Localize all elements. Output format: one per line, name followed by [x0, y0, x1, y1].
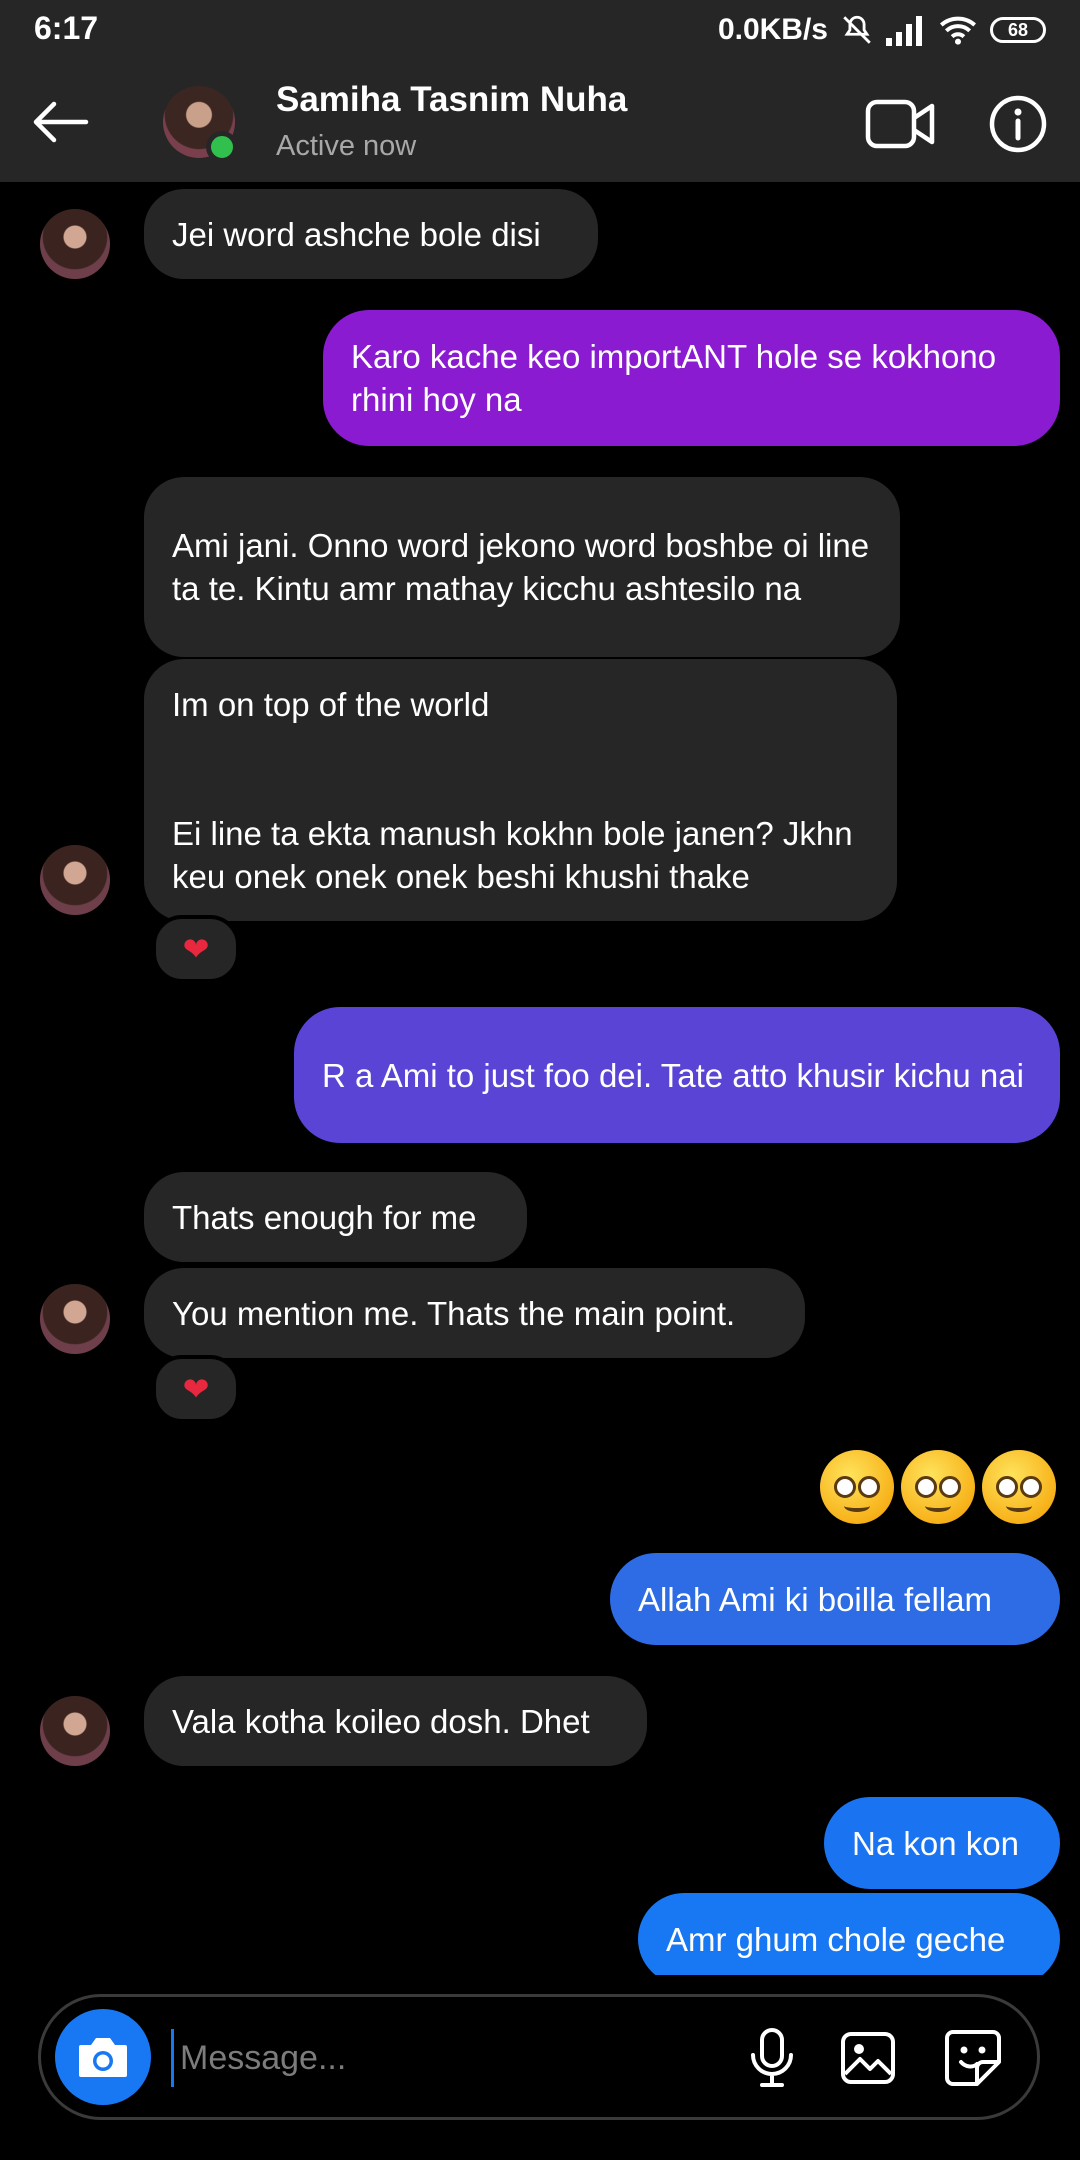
- video-call-icon[interactable]: [864, 96, 936, 152]
- woozy-face-icon[interactable]: [901, 1450, 975, 1524]
- outgoing-message[interactable]: Amr ghum chole geche: [638, 1893, 1060, 1975]
- message-composer: [38, 1994, 1040, 2120]
- wifi-icon: [940, 16, 976, 45]
- woozy-face-icon[interactable]: [820, 1450, 894, 1524]
- sticker-icon: [945, 2030, 1001, 2086]
- incoming-message[interactable]: Thats enough for me: [144, 1172, 527, 1262]
- camera-button[interactable]: [55, 2009, 151, 2105]
- status-icons: 0.0KB/s 68: [718, 10, 1046, 50]
- contact-avatar-small[interactable]: [40, 845, 110, 915]
- incoming-message[interactable]: Vala kotha koileo dosh. Dhet: [144, 1676, 647, 1766]
- incoming-message[interactable]: Jei word ashche bole disi: [144, 189, 598, 279]
- info-icon[interactable]: [988, 94, 1048, 154]
- network-speed: 0.0KB/s: [717, 13, 828, 46]
- contact-avatar-small[interactable]: [40, 1696, 110, 1766]
- status-bar: 6:17 0.0KB/s 68: [0, 0, 1080, 60]
- gallery-button[interactable]: [833, 2023, 903, 2093]
- message-input[interactable]: [171, 2029, 742, 2087]
- sticker-button[interactable]: [938, 2023, 1008, 2093]
- active-status: Active now: [276, 130, 417, 162]
- mute-icon: [843, 15, 871, 44]
- incoming-message[interactable]: You mention me. Thats the main point.: [144, 1268, 805, 1358]
- incoming-message[interactable]: Ami jani. Onno word jekono word boshbe o…: [144, 477, 900, 657]
- outgoing-message[interactable]: R a Ami to just foo dei. Tate atto khusi…: [294, 1007, 1060, 1143]
- outgoing-message[interactable]: Na kon kon: [824, 1797, 1060, 1889]
- microphone-button[interactable]: [737, 2023, 807, 2093]
- contact-name[interactable]: Samiha Tasnim Nuha: [276, 80, 627, 120]
- battery-icon: 68: [990, 17, 1046, 43]
- camera-icon: [79, 2038, 127, 2077]
- status-time: 6:17: [34, 10, 99, 46]
- incoming-message[interactable]: Im on top of the world Ei line ta ekta m…: [144, 659, 897, 921]
- contact-avatar-small[interactable]: [40, 1284, 110, 1354]
- back-arrow-icon[interactable]: [28, 90, 92, 154]
- chat-header: Samiha Tasnim Nuha Active now: [0, 60, 1080, 182]
- outgoing-message[interactable]: Karo kache keo importANT hole se kokhono…: [323, 310, 1060, 446]
- online-indicator: [206, 131, 238, 163]
- gallery-icon: [841, 2032, 895, 2084]
- heart-reaction-icon[interactable]: ❤: [152, 1355, 240, 1423]
- outgoing-message[interactable]: Allah Ami ki boilla fellam: [610, 1553, 1060, 1645]
- signal-icon: [886, 16, 922, 46]
- heart-reaction-icon[interactable]: ❤: [152, 915, 240, 983]
- woozy-face-icon[interactable]: [982, 1450, 1056, 1524]
- microphone-icon: [751, 2028, 793, 2087]
- message-list[interactable]: Jei word ashche bole disi Karo kache keo…: [0, 182, 1080, 1975]
- contact-avatar-small[interactable]: [40, 209, 110, 279]
